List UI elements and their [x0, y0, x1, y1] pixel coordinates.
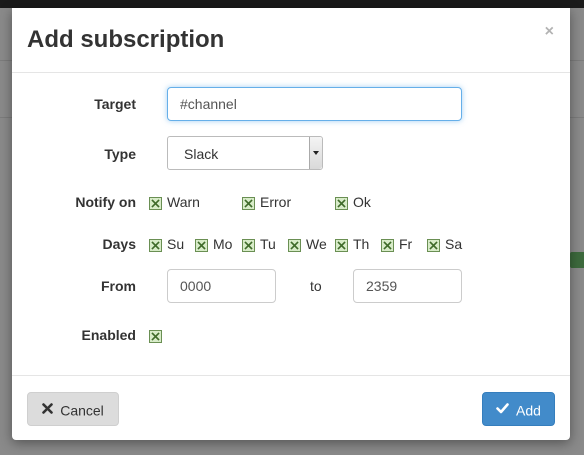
type-select[interactable]: Slack — [167, 136, 323, 170]
day-sa-label: Sa — [445, 236, 463, 252]
day-tu-checkbox[interactable] — [242, 239, 255, 252]
days-label: Days — [102, 236, 136, 252]
background-top-bar — [0, 0, 584, 8]
notify-error-checkbox[interactable] — [242, 197, 255, 210]
day-su-checkbox[interactable] — [149, 239, 162, 252]
add-subscription-modal: Add subscription × Target #channel Type … — [12, 8, 570, 440]
add-button[interactable]: Add — [482, 392, 555, 426]
type-select-value: Slack — [184, 146, 219, 162]
notify-warn-checkbox[interactable] — [149, 197, 162, 210]
enabled-label: Enabled — [81, 327, 136, 343]
notify-warn-label: Warn — [167, 194, 200, 210]
from-time-input[interactable]: 0000 — [167, 269, 276, 303]
day-tu-label: Tu — [260, 236, 276, 252]
enabled-checkbox[interactable] — [149, 330, 162, 343]
notify-error-label: Error — [260, 194, 292, 210]
type-label: Type — [104, 146, 136, 162]
times-icon — [42, 393, 54, 425]
chevron-down-icon — [309, 137, 322, 169]
to-label: to — [310, 278, 322, 294]
to-time-input[interactable]: 2359 — [353, 269, 462, 303]
day-we-checkbox[interactable] — [288, 239, 301, 252]
add-button-label: Add — [516, 402, 541, 419]
day-th-checkbox[interactable] — [335, 239, 348, 252]
notify-on-label: Notify on — [75, 194, 136, 210]
notify-ok-label: Ok — [353, 194, 371, 210]
day-mo-label: Mo — [213, 236, 233, 252]
day-sa-checkbox[interactable] — [427, 239, 440, 252]
modal-title: Add subscription — [27, 26, 225, 53]
day-we-label: We — [306, 236, 327, 252]
modal-header: Add subscription × — [12, 8, 570, 73]
target-input[interactable]: #channel — [167, 87, 462, 121]
day-th-label: Th — [353, 236, 370, 252]
check-icon — [496, 393, 509, 425]
background-badge — [570, 252, 584, 268]
cancel-button[interactable]: Cancel — [27, 392, 119, 426]
day-fr-checkbox[interactable] — [381, 239, 394, 252]
day-su-label: Su — [167, 236, 185, 252]
close-button[interactable]: × — [545, 24, 554, 40]
target-label: Target — [94, 96, 136, 112]
day-fr-label: Fr — [399, 236, 413, 252]
modal-footer: Cancel Add — [12, 375, 570, 441]
notify-ok-checkbox[interactable] — [335, 197, 348, 210]
from-label: From — [101, 278, 136, 294]
day-mo-checkbox[interactable] — [195, 239, 208, 252]
cancel-button-label: Cancel — [60, 402, 104, 419]
